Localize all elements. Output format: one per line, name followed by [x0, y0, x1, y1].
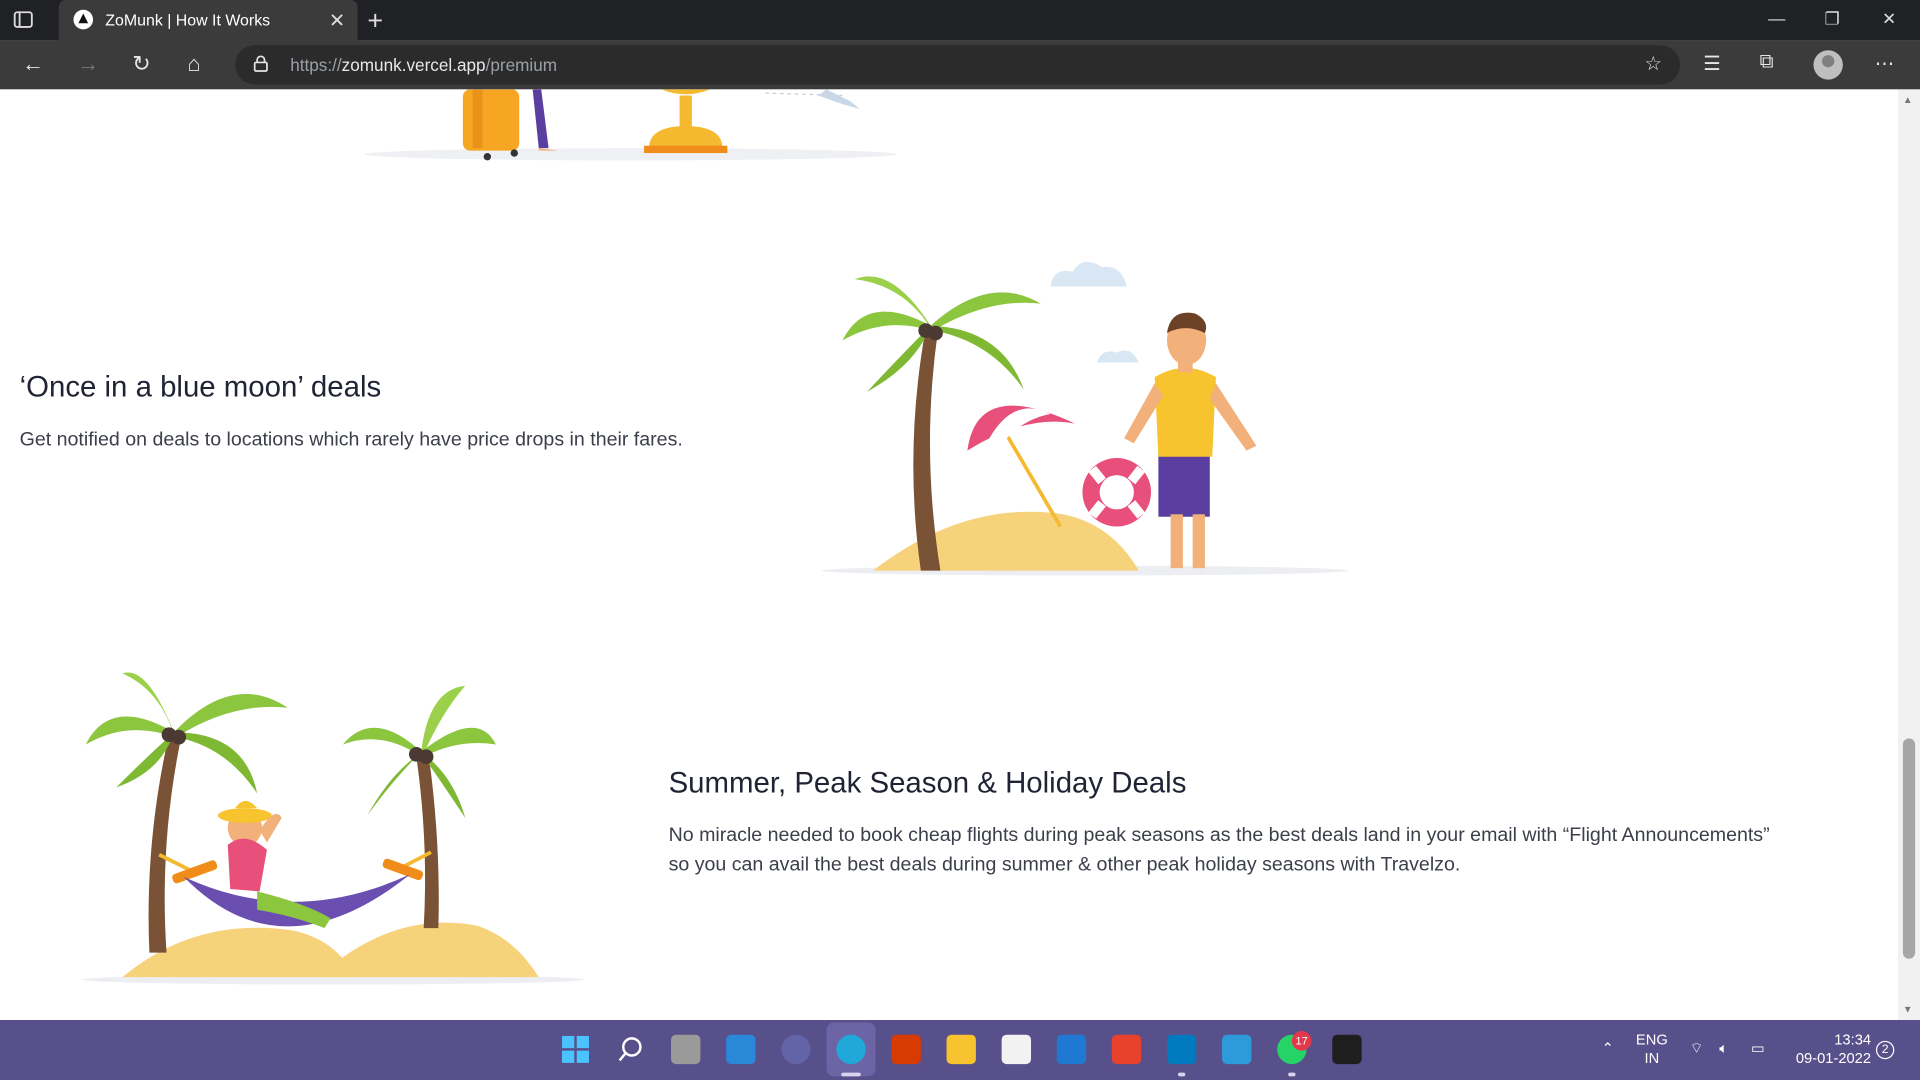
url-text: https://zomunk.vercel.app/premium	[290, 55, 557, 75]
summer-deals-description: No miracle needed to book cheap flights …	[669, 822, 1894, 881]
store-bag-icon[interactable]	[1222, 1034, 1252, 1065]
file-explorer-icon[interactable]	[946, 1034, 976, 1065]
address-bar[interactable]: https://zomunk.vercel.app/premium	[235, 45, 1681, 85]
minimize-icon[interactable]: —	[1768, 9, 1785, 29]
figma-icon[interactable]	[1332, 1034, 1362, 1065]
whatsapp-badge: 17	[1291, 1031, 1312, 1051]
battery-icon[interactable]: ▭	[1751, 1040, 1765, 1058]
windows-taskbar: 17 ⌃ ENG IN ⌔ 🔈︎ ▭ 13:34 09-01-2022 2	[0, 1020, 1920, 1080]
clock-date: 09-01-2022	[1795, 1049, 1872, 1067]
new-tab-icon[interactable]: +	[367, 5, 383, 37]
browser-tab[interactable]: ZoMunk | How It Works ✕	[58, 0, 358, 41]
home-icon[interactable]: ⌂	[187, 51, 200, 77]
start-icon[interactable]	[561, 1035, 590, 1064]
profile-avatar[interactable]	[1813, 50, 1843, 80]
browser-tab-bar: ZoMunk | How It Works ✕ + — ❐ ✕	[0, 0, 1920, 41]
office-icon[interactable]	[891, 1034, 921, 1065]
page-content: ‘Once in a blue moon’ deals Get notified…	[0, 89, 1898, 1021]
trello-open-indicator	[1177, 1072, 1186, 1077]
restore-icon[interactable]: ❐	[1825, 9, 1840, 30]
task-view-icon[interactable]	[671, 1034, 701, 1065]
office-app-icon[interactable]	[1111, 1034, 1142, 1065]
widgets-icon[interactable]	[726, 1034, 756, 1065]
clock-time: 13:34	[1834, 1031, 1872, 1049]
language-code: ENG	[1635, 1031, 1668, 1049]
hammock-palms-illustration	[82, 672, 585, 985]
refresh-icon[interactable]: ↻	[132, 51, 150, 77]
region-code: IN	[1644, 1049, 1660, 1067]
summer-deals-line-2: so you can avail the best deals during s…	[668, 854, 1461, 876]
url-path: /premium	[485, 55, 558, 75]
page-scrollbar[interactable]: ▲ ▼	[1897, 89, 1920, 1021]
microsoft-store-icon[interactable]	[1001, 1034, 1032, 1065]
lock-icon	[253, 55, 268, 72]
back-icon[interactable]: ←	[22, 51, 44, 77]
add-favorite-icon[interactable]: ☆	[1645, 51, 1663, 75]
favorites-icon[interactable]: ☰	[1703, 51, 1721, 75]
luggage-globe-illustration	[364, 89, 897, 161]
notification-count-badge[interactable]: 2	[1875, 1040, 1895, 1060]
more-menu-icon[interactable]: ⋯	[1875, 51, 1895, 75]
clock[interactable]: 13:34 09-01-2022	[1785, 1031, 1871, 1068]
scroll-down-icon[interactable]: ▼	[1903, 1004, 1913, 1015]
chat-icon[interactable]	[781, 1034, 811, 1065]
site-favicon-icon	[73, 9, 94, 30]
summer-deals-heading: Summer, Peak Season & Holiday Deals	[668, 766, 1187, 800]
close-window-icon[interactable]: ✕	[1882, 9, 1896, 30]
volume-icon[interactable]: 🔈︎	[1719, 1040, 1728, 1058]
whatsapp-open-indicator	[1288, 1072, 1296, 1077]
search-icon[interactable]	[616, 1035, 645, 1064]
forward-icon[interactable]: →	[77, 51, 99, 77]
tab-actions-icon[interactable]	[12, 9, 34, 31]
scroll-up-icon[interactable]: ▲	[1903, 94, 1913, 105]
collections-icon[interactable]: ⧉	[1760, 51, 1774, 73]
summer-deals-line-1: No miracle needed to book cheap flights …	[668, 825, 1770, 847]
scrollbar-thumb[interactable]	[1902, 738, 1916, 959]
url-scheme: https://	[290, 55, 342, 75]
edge-active-indicator	[841, 1072, 861, 1077]
beach-man-illustration	[821, 261, 1349, 576]
browser-toolbar: ← → ↻ ⌂ https://zomunk.vercel.app/premiu…	[0, 40, 1920, 90]
language-indicator[interactable]: ENG IN	[1636, 1031, 1668, 1068]
trello-icon[interactable]	[1166, 1034, 1197, 1065]
wifi-icon[interactable]: ⌔	[1690, 1040, 1704, 1058]
blue-moon-heading: ‘Once in a blue moon’ deals	[19, 371, 382, 405]
tab-title: ZoMunk | How It Works	[105, 11, 271, 30]
close-tab-icon[interactable]: ✕	[329, 9, 345, 33]
blue-moon-description: Get notified on deals to locations which…	[19, 429, 683, 451]
url-host: zomunk.vercel.app	[341, 55, 486, 75]
show-hidden-icons-chevron-icon[interactable]: ⌃	[1602, 1040, 1614, 1058]
mail-icon[interactable]	[1056, 1034, 1087, 1065]
edge-browser-icon[interactable]	[836, 1034, 866, 1065]
